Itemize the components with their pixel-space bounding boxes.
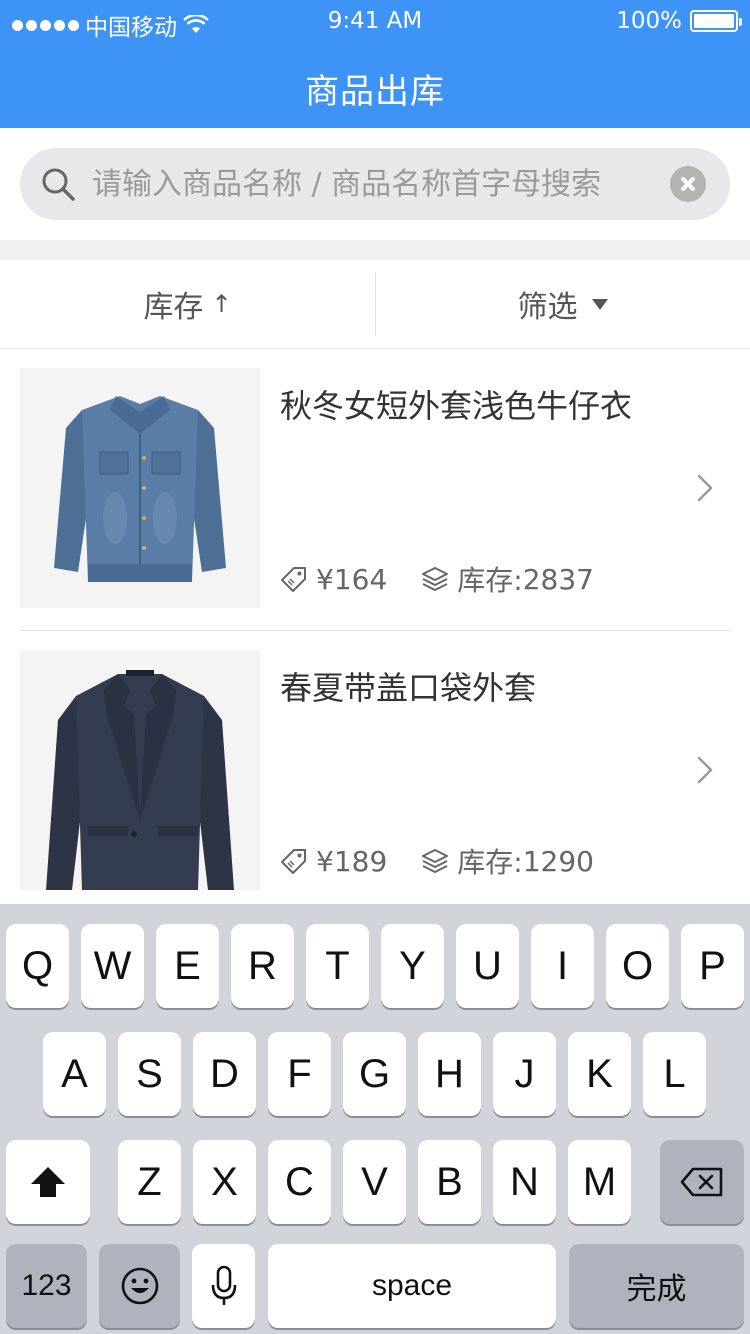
microphone-key[interactable] (192, 1244, 255, 1328)
product-image-navy-blazer (20, 650, 260, 890)
backspace-icon (680, 1167, 723, 1197)
key-i[interactable]: I (531, 924, 594, 1008)
chevron-right-icon (697, 474, 713, 502)
product-price: ¥189 (316, 844, 388, 878)
product-stock-value: 2837 (522, 562, 594, 596)
product-list: 秋冬女短外套浅色牛仔衣 ¥164 库存: 2837 春夏带盖口袋外套 ¥189 … (0, 349, 750, 904)
key-x[interactable]: X (193, 1140, 256, 1224)
product-meta: ¥164 库存: 2837 (280, 559, 594, 599)
layers-icon (422, 567, 449, 591)
sort-stock-label: 库存 (143, 290, 204, 325)
numbers-key[interactable]: 123 (6, 1244, 87, 1328)
key-v[interactable]: V (343, 1140, 406, 1224)
key-l[interactable]: L (643, 1032, 706, 1116)
shift-arrow-icon (31, 1167, 65, 1197)
search-icon (42, 168, 75, 201)
key-j[interactable]: J (493, 1032, 556, 1116)
key-p[interactable]: P (681, 924, 744, 1008)
sort-stock-button[interactable]: 库存 ↑ (0, 260, 375, 348)
product-image-denim-jacket (20, 368, 260, 608)
product-stock: 库存: 2837 (421, 559, 594, 599)
price-tag-icon (281, 567, 306, 592)
product-item[interactable]: 秋冬女短外套浅色牛仔衣 ¥164 库存: 2837 (0, 349, 750, 631)
key-e[interactable]: E (156, 924, 219, 1008)
key-s[interactable]: S (118, 1032, 181, 1116)
clear-icon[interactable] (670, 166, 706, 202)
microphone-icon (211, 1265, 236, 1305)
price-tag-icon (281, 849, 306, 874)
battery-indicator: 100% (616, 8, 742, 34)
status-bar: 中国移动 9:41 AM 100% (0, 0, 750, 44)
product-meta: ¥189 库存: 1290 (280, 841, 594, 881)
page-title: 商品出库 (305, 72, 445, 112)
search-box[interactable] (20, 148, 730, 220)
key-c[interactable]: C (268, 1140, 331, 1224)
key-z[interactable]: Z (118, 1140, 181, 1224)
key-b[interactable]: B (418, 1140, 481, 1224)
denim-jacket-illustration (20, 368, 260, 608)
sort-bar: 库存 ↑ 筛选 (0, 260, 750, 349)
product-stock: 库存: 1290 (421, 841, 594, 881)
key-y[interactable]: Y (381, 924, 444, 1008)
caret-down-icon (591, 298, 608, 310)
navy-blazer-illustration (20, 650, 260, 890)
emoji-key[interactable] (99, 1244, 180, 1328)
keyboard: Q W E R T Y U I O P A S D F G H J K L Z … (0, 904, 750, 1334)
filter-label: 筛选 (517, 290, 578, 325)
layers-icon (422, 849, 449, 873)
product-item[interactable]: 春夏带盖口袋外套 ¥189 库存: 1290 (0, 631, 750, 904)
done-key[interactable]: 完成 (569, 1244, 744, 1328)
key-d[interactable]: D (193, 1032, 256, 1116)
key-o[interactable]: O (606, 924, 669, 1008)
sort-arrow-up-icon: ↑ (211, 290, 232, 318)
key-h[interactable]: H (418, 1032, 481, 1116)
product-name: 春夏带盖口袋外套 (280, 669, 537, 707)
search-area (0, 128, 750, 240)
emoji-icon (121, 1267, 158, 1305)
product-price: ¥164 (316, 562, 388, 596)
key-q[interactable]: Q (6, 924, 69, 1008)
key-f[interactable]: F (268, 1032, 331, 1116)
chevron-right-icon (697, 756, 713, 784)
key-k[interactable]: K (568, 1032, 631, 1116)
key-m[interactable]: M (568, 1140, 631, 1224)
key-a[interactable]: A (43, 1032, 106, 1116)
key-n[interactable]: N (493, 1140, 556, 1224)
battery-icon (690, 10, 742, 32)
product-stock-label: 库存: (457, 564, 523, 597)
shift-key[interactable] (6, 1140, 90, 1224)
search-input[interactable] (92, 148, 652, 220)
backspace-key[interactable] (660, 1140, 744, 1224)
product-stock-value: 1290 (522, 844, 594, 878)
header: 中国移动 9:41 AM 100% 商品出库 (0, 0, 750, 128)
key-t[interactable]: T (306, 924, 369, 1008)
space-key[interactable]: space (268, 1244, 556, 1328)
key-u[interactable]: U (456, 924, 519, 1008)
product-name: 秋冬女短外套浅色牛仔衣 (280, 387, 633, 425)
section-gap (0, 240, 750, 260)
battery-percent: 100% (616, 8, 682, 34)
key-w[interactable]: W (81, 924, 144, 1008)
filter-button[interactable]: 筛选 (375, 260, 750, 348)
key-r[interactable]: R (231, 924, 294, 1008)
key-g[interactable]: G (343, 1032, 406, 1116)
product-stock-label: 库存: (457, 846, 523, 879)
